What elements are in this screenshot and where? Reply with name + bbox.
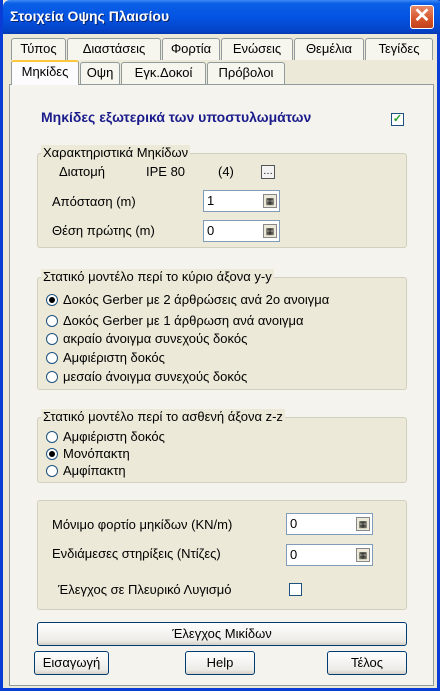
yy-option-middle-span[interactable]: μεσαίο άνοιγμα συνεχούς δοκός [46, 369, 247, 384]
group-title: Χαρακτηριστικά Μηκίδων [41, 145, 191, 160]
option-label: Δοκός Gerber με 2 άρθρώσεις ανά 2ο ανοιγ… [63, 292, 330, 307]
yy-option-end-span[interactable]: ακραίο άνοιγμα συνεχούς δοκός [46, 331, 247, 346]
calculator-icon[interactable]: ▦ [263, 194, 277, 208]
first-position-label: Θέση πρώτης (m) [52, 223, 155, 238]
dialog-window: Στοιχεία Οψης Πλαισίου ✕ Τύπος Διαστάσει… [0, 0, 440, 691]
tab-loads[interactable]: Φορτία [162, 38, 220, 60]
zz-option-simply-supported[interactable]: Αμφιέριστη δοκός [46, 429, 165, 444]
permanent-load-input[interactable]: 0 ▦ [286, 513, 373, 535]
section-value: IPE 80 [146, 164, 186, 179]
tab-view[interactable]: Οψη [80, 62, 120, 84]
group-title: Στατικό μοντέλο περί το ασθενή άξονα z-z [41, 409, 285, 424]
insert-button[interactable]: Εισαγωγή [34, 651, 109, 675]
yy-option-simply-supported[interactable]: Αμφιέριστη δοκός [46, 350, 165, 365]
zz-option-fixed-both-ends[interactable]: Αμφίπακτη [46, 463, 126, 478]
radio-icon[interactable] [46, 465, 58, 477]
tab-purlins[interactable]: Τεγίδες [365, 38, 433, 60]
radio-selected-icon[interactable] [46, 294, 58, 306]
calculator-icon[interactable]: ▦ [263, 224, 277, 238]
intermediate-supports-input[interactable]: 0 ▦ [286, 544, 373, 566]
rails-outside-columns-checkbox[interactable]: ✓ [391, 113, 404, 126]
yy-option-gerber-2[interactable]: Δοκός Gerber με 2 άρθρώσεις ανά 2ο ανοιγ… [46, 292, 329, 307]
first-position-input[interactable]: 0 ▦ [203, 220, 280, 242]
distance-input[interactable]: 1 ▦ [203, 190, 280, 212]
tab-foundations[interactable]: Θεμέλια [294, 38, 364, 60]
option-label: Δοκός Gerber με 1 άρθρωση ανά ανοιγμα [63, 313, 304, 328]
first-position-value: 0 [207, 223, 215, 238]
distance-value: 1 [207, 193, 215, 208]
yy-option-gerber-1[interactable]: Δοκός Gerber με 1 άρθρωση ανά ανοιγμα [46, 313, 304, 328]
title-bar[interactable]: Στοιχεία Οψης Πλαισίου ✕ [3, 0, 440, 34]
radio-icon[interactable] [46, 352, 58, 364]
option-label: μεσαίο άνοιγμα συνεχούς δοκός [63, 369, 248, 384]
option-label: Αμφιέριστη δοκός [63, 350, 165, 365]
close-button[interactable]: ✕ [410, 5, 434, 29]
calculator-icon[interactable]: ▦ [356, 517, 370, 531]
section-label: Διατομή [59, 164, 105, 179]
close-icon: ✕ [413, 5, 431, 27]
calculator-icon[interactable]: ▦ [356, 548, 370, 562]
permanent-load-value: 0 [290, 516, 298, 531]
option-label: Αμφίπακτη [63, 463, 126, 478]
group-title: Στατικό μοντέλο περί το κύριο άξονα y-y [41, 269, 274, 284]
option-label: Αμφιέριστη δοκός [63, 429, 165, 444]
zz-option-fixed-one-end[interactable]: Μονόπακτη [46, 446, 130, 461]
radio-icon[interactable] [46, 371, 58, 383]
end-button[interactable]: Τέλος [327, 651, 407, 675]
tab-dimensions[interactable]: Διαστάσεις [67, 38, 161, 60]
distance-label: Απόσταση (m) [52, 194, 136, 209]
help-button[interactable]: Help [185, 651, 255, 675]
tab-rails[interactable]: Μηκίδες [11, 60, 79, 85]
lateral-buckling-checkbox[interactable] [289, 583, 302, 596]
radio-selected-icon[interactable] [46, 448, 58, 460]
tab-connections[interactable]: Ενώσεις [221, 38, 293, 60]
tab-type[interactable]: Τύπος [11, 38, 66, 60]
section-index: (4) [218, 164, 234, 179]
window-title: Στοιχεία Οψης Πλαισίου [10, 8, 170, 24]
radio-icon[interactable] [46, 333, 58, 345]
rails-outside-columns-label: Μηκίδες εξωτερικά των υποστυλωμάτων [41, 109, 312, 125]
section-picker-button[interactable]: … [261, 165, 275, 179]
permanent-load-label: Μόνιμο φορτίο μηκίδων (KN/m) [52, 517, 233, 532]
check-rails-button[interactable]: Έλεγχος Μικίδων [37, 622, 407, 646]
option-label: ακραίο άνοιγμα συνεχούς δοκός [63, 331, 248, 346]
tab-cantilevers[interactable]: Πρόβολοι [207, 62, 285, 84]
tab-cross-beams[interactable]: Εγκ.Δοκοί [121, 62, 206, 84]
ellipsis-icon: … [263, 166, 273, 177]
radio-icon[interactable] [46, 315, 58, 327]
intermediate-supports-value: 0 [290, 547, 298, 562]
checkmark-icon: ✓ [392, 113, 403, 125]
option-label: Μονόπακτη [63, 446, 130, 461]
intermediate-supports-label: Ενδιάμεσες στηρίξεις (Ντίζες) [52, 546, 221, 561]
radio-icon[interactable] [46, 431, 58, 443]
lateral-buckling-label: Έλεγχος σε Πλευρικό Λυγισμό [58, 582, 232, 597]
